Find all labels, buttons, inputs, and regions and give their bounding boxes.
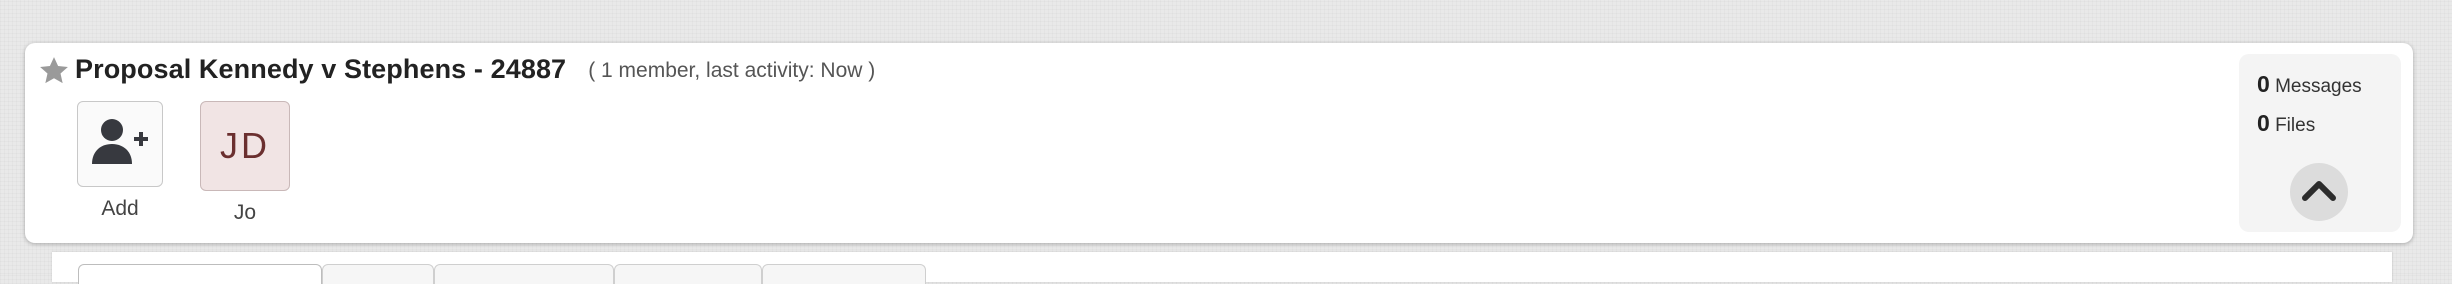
tab-5[interactable]	[762, 264, 926, 284]
avatar[interactable]: JD	[200, 101, 290, 191]
group-activity-meta: ( 1 member, last activity: Now )	[588, 58, 876, 82]
add-member-label: Add	[101, 197, 139, 220]
add-member[interactable]: Add	[77, 101, 163, 221]
group-header-card: Proposal Kennedy v Stephens - 24887 ( 1 …	[25, 43, 2413, 243]
add-member-button[interactable]	[77, 101, 163, 187]
add-user-icon	[90, 116, 150, 173]
messages-stat: 0 Messages	[2257, 66, 2401, 105]
tab-2[interactable]	[322, 264, 434, 284]
tab-3[interactable]	[434, 264, 614, 284]
messages-label: Messages	[2275, 76, 2362, 97]
collapse-button[interactable]	[2290, 163, 2348, 221]
stats-panel: 0 Messages 0 Files	[2239, 54, 2401, 232]
files-label: Files	[2275, 115, 2316, 136]
files-stat: 0 Files	[2257, 105, 2401, 144]
tab-1[interactable]	[78, 264, 322, 284]
title-row: Proposal Kennedy v Stephens - 24887 ( 1 …	[37, 51, 875, 88]
group-title: Proposal Kennedy v Stephens - 24887	[75, 54, 567, 84]
star-icon[interactable]	[37, 54, 71, 88]
files-count: 0	[2257, 110, 2270, 136]
chevron-up-icon	[2301, 178, 2337, 207]
member-jo[interactable]: JD Jo	[200, 101, 290, 225]
messages-count: 0	[2257, 71, 2270, 97]
member-name: Jo	[233, 201, 257, 224]
tab-4[interactable]	[614, 264, 762, 284]
